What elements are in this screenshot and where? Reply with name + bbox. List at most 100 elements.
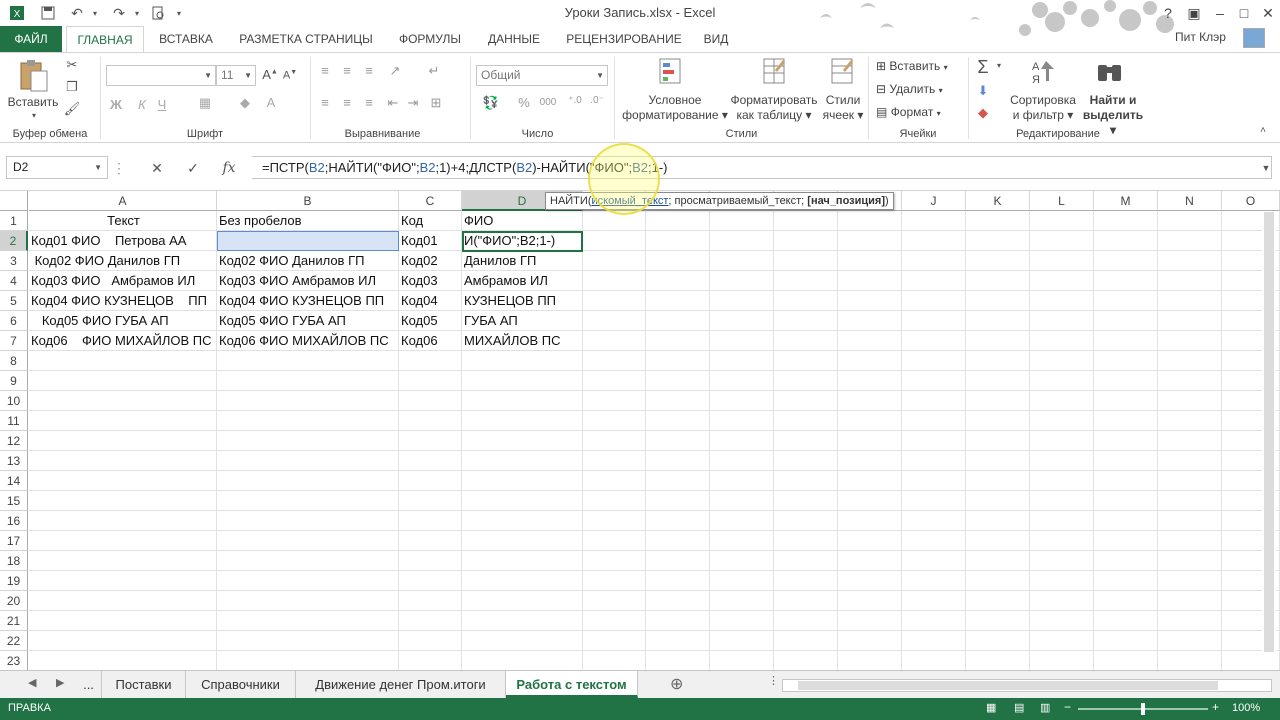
enter-button[interactable]: ✓ bbox=[180, 157, 206, 179]
cell-g17[interactable] bbox=[710, 531, 774, 551]
cell-a20[interactable] bbox=[29, 591, 217, 611]
cell-i11[interactable] bbox=[838, 411, 902, 431]
cell-e8[interactable] bbox=[583, 351, 646, 371]
cell-g14[interactable] bbox=[710, 471, 774, 491]
column-header-a[interactable]: A bbox=[29, 191, 217, 211]
cell-b6[interactable]: Код05 ФИО ГУБА АП bbox=[217, 311, 399, 331]
cell-j8[interactable] bbox=[902, 351, 966, 371]
borders-icon[interactable]: ▦ bbox=[196, 95, 214, 111]
cell-k20[interactable] bbox=[966, 591, 1030, 611]
cell-d6[interactable]: ГУБА АП bbox=[462, 311, 583, 331]
cell-e2[interactable] bbox=[583, 231, 646, 251]
paste-dropdown-icon[interactable]: ▾ bbox=[24, 111, 44, 120]
cell-k12[interactable] bbox=[966, 431, 1030, 451]
tab-view[interactable]: ВИД bbox=[696, 26, 736, 52]
cell-e19[interactable] bbox=[583, 571, 646, 591]
cell-l7[interactable] bbox=[1030, 331, 1094, 351]
bold-button[interactable]: Ж bbox=[108, 97, 124, 112]
cell-e9[interactable] bbox=[583, 371, 646, 391]
cell-j23[interactable] bbox=[902, 651, 966, 670]
cell-e14[interactable] bbox=[583, 471, 646, 491]
cell-l23[interactable] bbox=[1030, 651, 1094, 670]
next-sheet-icon[interactable]: ▶ bbox=[56, 676, 64, 689]
cell-n23[interactable] bbox=[1158, 651, 1222, 670]
cell-e5[interactable] bbox=[583, 291, 646, 311]
row-header[interactable]: 15 bbox=[0, 491, 28, 511]
minimize-icon[interactable]: – bbox=[1207, 2, 1233, 24]
cell-h23[interactable] bbox=[774, 651, 838, 670]
fill-color-icon[interactable]: ◆ bbox=[236, 95, 254, 111]
cell-f4[interactable] bbox=[646, 271, 710, 291]
cell-j1[interactable] bbox=[902, 211, 966, 231]
grow-font-icon[interactable]: A▲ bbox=[262, 67, 278, 82]
vertical-scrollbar[interactable] bbox=[1262, 212, 1276, 668]
fill-icon[interactable]: ⬇ bbox=[974, 83, 992, 99]
cell-k15[interactable] bbox=[966, 491, 1030, 511]
cell-d3[interactable]: Данилов ГП bbox=[462, 251, 583, 271]
cell-m5[interactable] bbox=[1094, 291, 1158, 311]
cell-n9[interactable] bbox=[1158, 371, 1222, 391]
cell-b20[interactable] bbox=[217, 591, 399, 611]
cell-l8[interactable] bbox=[1030, 351, 1094, 371]
cell-i13[interactable] bbox=[838, 451, 902, 471]
row-header[interactable]: 22 bbox=[0, 631, 28, 651]
cell-d18[interactable] bbox=[462, 551, 583, 571]
cell-l15[interactable] bbox=[1030, 491, 1094, 511]
zoom-in-icon[interactable]: + bbox=[1212, 700, 1219, 714]
cell-g5[interactable] bbox=[710, 291, 774, 311]
cell-c7[interactable]: Код06 bbox=[399, 331, 462, 351]
cell-f16[interactable] bbox=[646, 511, 710, 531]
sort-filter-icon[interactable]: AЯ bbox=[1026, 57, 1060, 87]
cell-g11[interactable] bbox=[710, 411, 774, 431]
cell-j17[interactable] bbox=[902, 531, 966, 551]
cell-l11[interactable] bbox=[1030, 411, 1094, 431]
shrink-font-icon[interactable]: A▼ bbox=[282, 69, 298, 82]
cell-n4[interactable] bbox=[1158, 271, 1222, 291]
cell-g12[interactable] bbox=[710, 431, 774, 451]
tab-page-layout[interactable]: РАЗМЕТКА СТРАНИЦЫ bbox=[228, 26, 384, 52]
cell-l21[interactable] bbox=[1030, 611, 1094, 631]
cell-j4[interactable] bbox=[902, 271, 966, 291]
cell-e15[interactable] bbox=[583, 491, 646, 511]
orientation-icon[interactable]: ↗ bbox=[384, 63, 406, 79]
cell-n12[interactable] bbox=[1158, 431, 1222, 451]
cell-m7[interactable] bbox=[1094, 331, 1158, 351]
cell-k6[interactable] bbox=[966, 311, 1030, 331]
column-header-n[interactable]: N bbox=[1158, 191, 1222, 211]
cell-c21[interactable] bbox=[399, 611, 462, 631]
cell-m17[interactable] bbox=[1094, 531, 1158, 551]
cell-l13[interactable] bbox=[1030, 451, 1094, 471]
cell-m18[interactable] bbox=[1094, 551, 1158, 571]
cell-styles-icon[interactable] bbox=[828, 57, 858, 87]
cell-j16[interactable] bbox=[902, 511, 966, 531]
cell-h11[interactable] bbox=[774, 411, 838, 431]
cell-n15[interactable] bbox=[1158, 491, 1222, 511]
cell-n20[interactable] bbox=[1158, 591, 1222, 611]
cell-d15[interactable] bbox=[462, 491, 583, 511]
cell-d5[interactable]: КУЗНЕЦОВ ПП bbox=[462, 291, 583, 311]
cell-a2[interactable]: Код01 ФИО Петрова АА bbox=[29, 231, 217, 251]
cell-g23[interactable] bbox=[710, 651, 774, 670]
row-header[interactable]: 20 bbox=[0, 591, 28, 611]
cell-j21[interactable] bbox=[902, 611, 966, 631]
tab-splitter-grip-icon[interactable]: ⋮ bbox=[768, 674, 779, 687]
cell-h9[interactable] bbox=[774, 371, 838, 391]
cell-e16[interactable] bbox=[583, 511, 646, 531]
cell-m6[interactable] bbox=[1094, 311, 1158, 331]
cell-j9[interactable] bbox=[902, 371, 966, 391]
cell-m15[interactable] bbox=[1094, 491, 1158, 511]
cell-m9[interactable] bbox=[1094, 371, 1158, 391]
cell-l3[interactable] bbox=[1030, 251, 1094, 271]
cell-m3[interactable] bbox=[1094, 251, 1158, 271]
cell-g8[interactable] bbox=[710, 351, 774, 371]
cell-b14[interactable] bbox=[217, 471, 399, 491]
cell-j19[interactable] bbox=[902, 571, 966, 591]
align-top-icon[interactable]: ≡ bbox=[316, 63, 334, 78]
cell-n1[interactable] bbox=[1158, 211, 1222, 231]
cell-j20[interactable] bbox=[902, 591, 966, 611]
cell-a1[interactable]: Текст bbox=[29, 211, 217, 231]
format-painter-icon[interactable]: 🖌 bbox=[62, 101, 82, 117]
cell-k4[interactable] bbox=[966, 271, 1030, 291]
cell-b16[interactable] bbox=[217, 511, 399, 531]
paste-button[interactable]: Вставить bbox=[2, 95, 64, 110]
